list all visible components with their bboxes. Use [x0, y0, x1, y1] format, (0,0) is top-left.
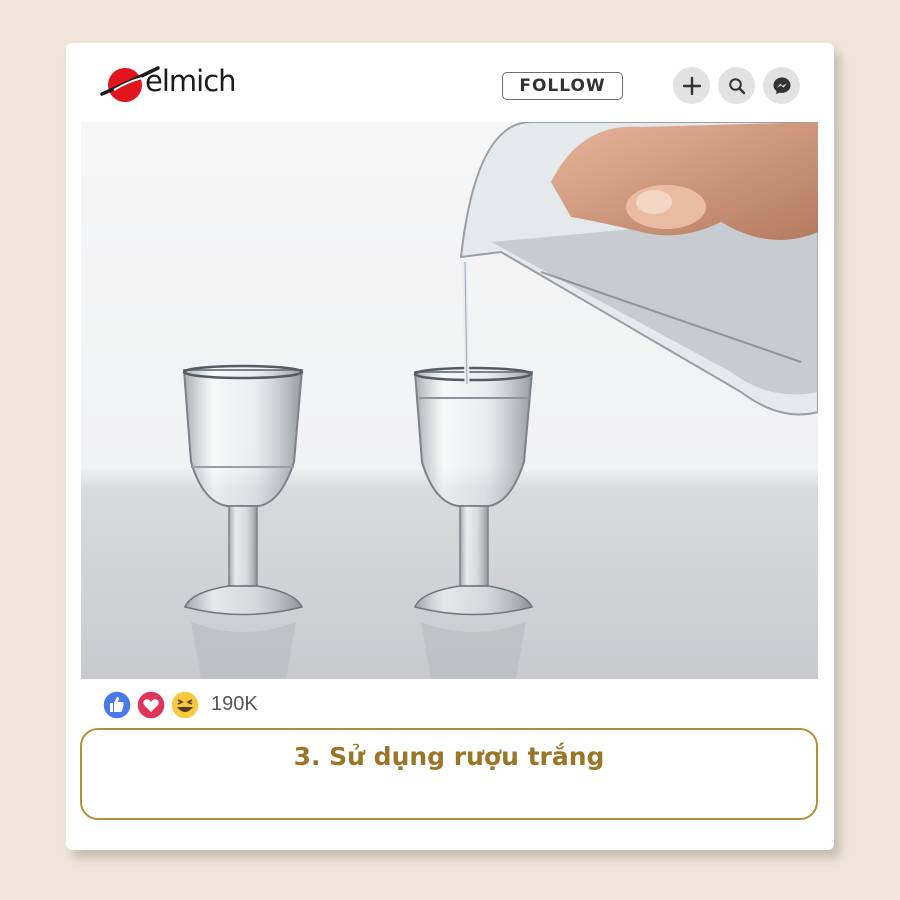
- search-icon: [728, 77, 745, 94]
- messenger-button[interactable]: [763, 67, 800, 104]
- search-button[interactable]: [718, 67, 755, 104]
- haha-icon: [170, 690, 200, 720]
- like-icon: [102, 690, 132, 720]
- caption-box: 3. Sử dụng rượu trắng: [80, 728, 818, 820]
- post-photo: [81, 122, 818, 679]
- reaction-count: 190K: [211, 693, 258, 715]
- love-icon: [136, 690, 166, 720]
- plus-icon: [682, 76, 701, 95]
- messenger-icon: [773, 77, 790, 94]
- brand-name: elmich: [145, 64, 237, 98]
- caption-text: 3. Sử dụng rượu trắng: [293, 742, 605, 771]
- reaction-icons[interactable]: [102, 690, 302, 720]
- add-button[interactable]: [673, 67, 710, 104]
- follow-button[interactable]: FOLLOW: [502, 72, 623, 100]
